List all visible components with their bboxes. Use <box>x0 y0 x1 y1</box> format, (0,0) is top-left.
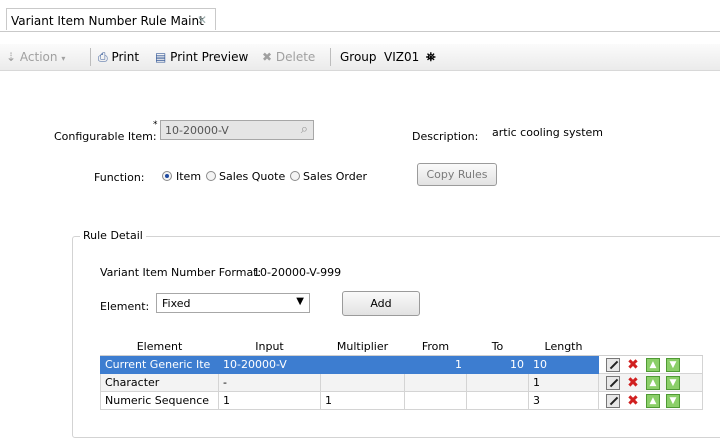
print-button[interactable]: ⎙ Print <box>98 50 139 65</box>
radio-item[interactable] <box>162 171 172 181</box>
cell-to[interactable] <box>466 373 529 392</box>
toolbar-separator <box>330 48 331 66</box>
row-actions: ✖ ▲ ▼ <box>598 391 703 410</box>
printer-icon: ⎙ <box>98 50 108 64</box>
cell-input[interactable]: 10-20000-V <box>218 355 321 374</box>
delete-icon: ✖ <box>262 50 273 64</box>
copy-rules-button[interactable]: Copy Rules <box>417 163 497 186</box>
cell-to[interactable] <box>466 391 529 410</box>
toolbar-separator <box>90 48 91 66</box>
edit-icon[interactable] <box>606 393 620 408</box>
move-up-icon[interactable]: ▲ <box>646 357 660 372</box>
search-icon[interactable]: ⌕ <box>301 122 308 137</box>
add-button[interactable]: Add <box>342 291 420 316</box>
cell-from[interactable]: 1 <box>404 355 467 374</box>
cell-input[interactable]: 1 <box>218 391 321 410</box>
radio-sales-quote[interactable] <box>206 171 216 181</box>
move-up-icon[interactable]: ▲ <box>646 375 660 390</box>
function-label: Function: <box>94 171 145 184</box>
edit-icon[interactable] <box>606 375 620 390</box>
cell-to[interactable]: 10 <box>466 355 529 374</box>
print-preview-button[interactable]: ▤ Print Preview <box>155 50 248 64</box>
configurable-item-label: Configurable Item: <box>54 130 157 143</box>
toolbar: ⇣ Action ▾ ⎙ Print ▤ Print Preview ✖ Del… <box>0 44 720 71</box>
action-icon: ⇣ <box>6 50 17 64</box>
description-label: Description: <box>412 130 479 143</box>
binoculars-icon[interactable]: ⛯ <box>426 50 436 65</box>
delete-label: Delete <box>275 50 316 64</box>
table-row[interactable]: Current Generic Ite 10-20000-V 1 10 10 ✖… <box>100 355 703 374</box>
radio-sales-order-label: Sales Order <box>303 170 368 183</box>
col-length[interactable]: Length <box>528 338 599 356</box>
cell-element[interactable]: Character <box>100 373 219 392</box>
move-down-icon[interactable]: ▼ <box>666 357 680 372</box>
grid-header: Element Input Multiplier From To Length <box>100 338 703 356</box>
element-label: Element: <box>100 300 150 313</box>
col-element[interactable]: Element <box>100 338 219 356</box>
col-multiplier[interactable]: Multiplier <box>320 338 405 356</box>
cell-input[interactable]: - <box>218 373 321 392</box>
table-row[interactable]: Numeric Sequence 1 1 3 ✖ ▲ ▼ <box>100 391 703 410</box>
print-preview-icon: ▤ <box>155 50 167 64</box>
print-label: Print <box>111 50 140 64</box>
format-value: 10-20000-V-999 <box>253 266 342 279</box>
element-dropdown[interactable]: Fixed ▼ <box>156 293 310 313</box>
format-label: Variant Item Number Format: <box>100 266 262 279</box>
delete-row-icon[interactable]: ✖ <box>626 394 640 408</box>
row-actions: ✖ ▲ ▼ <box>598 373 703 392</box>
print-preview-label: Print Preview <box>170 50 249 64</box>
rule-detail-title: Rule Detail <box>80 229 146 242</box>
cell-element[interactable]: Numeric Sequence <box>100 391 219 410</box>
cell-multiplier[interactable] <box>320 355 405 374</box>
tab-variant-rule-maint[interactable]: Variant Item Number Rule Maint ✕ <box>6 8 216 30</box>
radio-sales-quote-label: Sales Quote <box>219 170 286 183</box>
configurable-item-field[interactable]: 10-20000-V ⌕ <box>160 120 314 140</box>
chevron-down-icon: ▼ <box>296 296 304 307</box>
table-row[interactable]: Character - 1 ✖ ▲ ▼ <box>100 373 703 392</box>
cell-length[interactable]: 1 <box>528 373 599 392</box>
description-value: artic cooling system <box>492 126 604 139</box>
delete-row-icon[interactable]: ✖ <box>626 376 640 390</box>
action-menu[interactable]: ⇣ Action ▾ <box>6 50 65 64</box>
col-to[interactable]: To <box>466 338 529 356</box>
move-down-icon[interactable]: ▼ <box>666 375 680 390</box>
cell-multiplier[interactable]: 1 <box>320 391 405 410</box>
group-label: Group <box>340 50 377 64</box>
col-input[interactable]: Input <box>218 338 321 356</box>
element-dropdown-value: Fixed <box>162 297 191 310</box>
cell-length[interactable]: 10 <box>528 355 599 374</box>
group-value: VIZ01 <box>384 50 420 64</box>
move-down-icon[interactable]: ▼ <box>666 393 680 408</box>
move-up-icon[interactable]: ▲ <box>646 393 660 408</box>
col-actions <box>598 338 703 356</box>
tab-title: Variant Item Number Rule Maint <box>11 14 204 28</box>
cell-element[interactable]: Current Generic Ite <box>100 355 219 374</box>
row-actions: ✖ ▲ ▼ <box>598 355 703 374</box>
cell-multiplier[interactable] <box>320 373 405 392</box>
cell-from[interactable] <box>404 373 467 392</box>
action-label: Action <box>19 50 58 64</box>
chevron-down-icon: ▾ <box>61 54 66 63</box>
cell-length[interactable]: 3 <box>528 391 599 410</box>
delete-button[interactable]: ✖ Delete <box>262 50 315 64</box>
cell-from[interactable] <box>404 391 467 410</box>
rule-grid: Element Input Multiplier From To Length … <box>100 338 703 410</box>
radio-sales-order[interactable] <box>290 171 300 181</box>
tab-divider <box>0 31 720 32</box>
radio-item-label: Item <box>176 170 202 183</box>
required-mark: * <box>153 120 158 130</box>
configurable-item-value: 10-20000-V <box>165 124 229 137</box>
close-icon[interactable]: ✕ <box>197 13 207 27</box>
delete-row-icon[interactable]: ✖ <box>626 358 640 372</box>
edit-icon[interactable] <box>606 357 620 372</box>
tab-strip: Variant Item Number Rule Maint ✕ <box>0 0 720 32</box>
col-from[interactable]: From <box>404 338 467 356</box>
